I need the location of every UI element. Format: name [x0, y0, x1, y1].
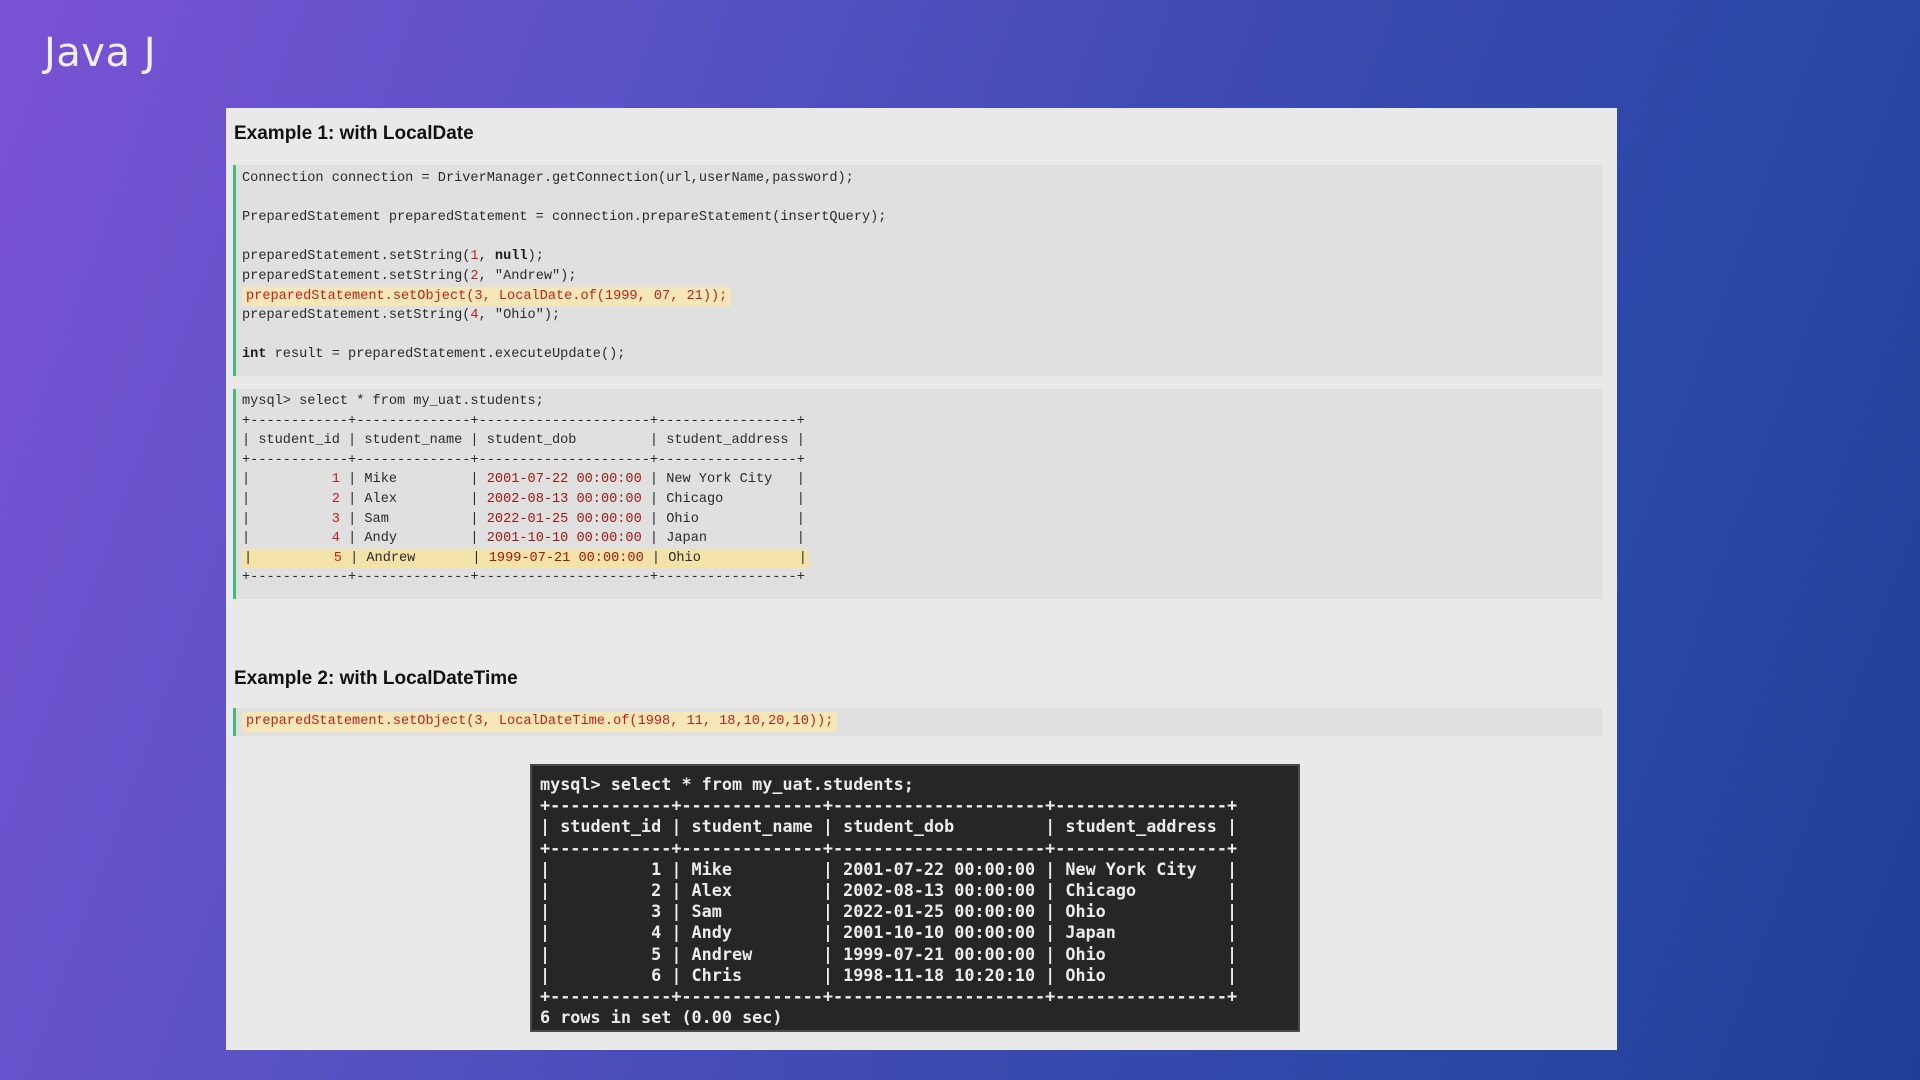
code-line-set-localdatetime: preparedStatement.setObject(3, LocalDate…	[236, 712, 1602, 732]
table-row: | 1 | Mike | 2001-07-22 00:00:00 | New Y…	[242, 472, 805, 488]
terminal-header: | student_id | student_name | student_do…	[540, 816, 1238, 837]
code-line-set1: preparedStatement.setString(1, null);	[242, 249, 544, 265]
code-line-set4: preparedStatement.setString(4, "Ohio");	[242, 308, 561, 324]
query-command: mysql> select * from my_uat.students;	[242, 394, 544, 409]
table-row-highlighted: | 5 | Andrew | 1999-07-21 00:00:00 | Ohi…	[236, 548, 1602, 569]
terminal-row: | 5 | Andrew | 1999-07-21 00:00:00 | Ohi…	[540, 943, 1238, 964]
code-line-connection: Connection connection = DriverManager.ge…	[242, 171, 854, 186]
example1-query-output: mysql> select * from my_uat.students; +-…	[233, 389, 1602, 599]
terminal-border: +------------+--------------+-----------…	[540, 795, 1238, 816]
brand-title: Java J	[44, 30, 157, 76]
table-row: | 2 | Alex | 2002-08-13 00:00:00 | Chica…	[242, 491, 805, 507]
terminal-border: +------------+--------------+-----------…	[540, 837, 1238, 858]
terminal-row: | 2 | Alex | 2002-08-13 00:00:00 | Chica…	[540, 879, 1238, 900]
code-line-prepare: PreparedStatement preparedStatement = co…	[242, 210, 887, 226]
code-line-execute: int result = preparedStatement.executeUp…	[242, 347, 626, 363]
terminal-row: | 4 | Andy | 2001-10-10 00:00:00 | Japan…	[540, 922, 1238, 943]
terminal-footer: 6 rows in set (0.00 sec)	[540, 1007, 783, 1028]
table-border: +------------+--------------+-----------…	[242, 413, 805, 429]
code-line-set2: preparedStatement.setString(2, "Andrew")…	[242, 268, 577, 284]
terminal-command: mysql> select * from my_uat.students;	[540, 774, 914, 794]
example1-heading: Example 1: with LocalDate	[234, 123, 474, 144]
table-border: +------------+--------------+-----------…	[242, 452, 805, 468]
example1-code-block: Connection connection = DriverManager.ge…	[233, 165, 1602, 376]
code-line-set3-highlight: preparedStatement.setObject(3, LocalDate…	[236, 286, 1602, 307]
table-row: | 3 | Sam | 2022-01-25 00:00:00 | Ohio |	[242, 511, 805, 527]
terminal-output: mysql> select * from my_uat.students; +-…	[530, 764, 1300, 1032]
example2-heading: Example 2: with LocalDateTime	[234, 668, 518, 689]
table-border: +------------+--------------+-----------…	[242, 570, 805, 586]
example2-code-block: preparedStatement.setObject(3, LocalDate…	[233, 708, 1602, 736]
table-row: | 4 | Andy | 2001-10-10 00:00:00 | Japan…	[242, 531, 805, 547]
slide-content: Example 1: with LocalDate Connection con…	[226, 108, 1617, 1050]
table-header: | student_id | student_name | student_do…	[242, 433, 805, 449]
terminal-row: | 1 | Mike | 2001-07-22 00:00:00 | New Y…	[540, 858, 1238, 879]
terminal-row: | 6 | Chris | 1998-11-18 10:20:10 | Ohio…	[540, 964, 1238, 985]
terminal-border: +------------+--------------+-----------…	[540, 985, 1238, 1006]
terminal-row: | 3 | Sam | 2022-01-25 00:00:00 | Ohio |	[540, 901, 1238, 922]
